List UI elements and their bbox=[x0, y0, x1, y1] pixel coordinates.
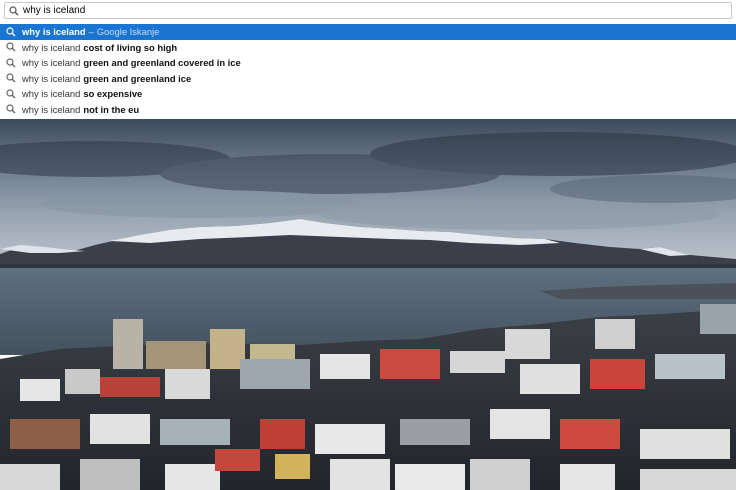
suggestion-source: Google Iskanje bbox=[96, 26, 160, 38]
search-icon bbox=[4, 58, 18, 68]
search-input[interactable] bbox=[23, 3, 703, 18]
far-shore bbox=[0, 264, 736, 268]
suggestion-dropdown: why is iceland – Google Iskanje why is i… bbox=[0, 24, 736, 119]
suggestion-completion: cost of living so high bbox=[83, 41, 178, 53]
suggestion-base: why is iceland bbox=[22, 88, 81, 100]
suggestion-base: why is iceland bbox=[22, 41, 81, 53]
background-photo bbox=[0, 119, 736, 490]
suggestion-base: why is iceland bbox=[22, 57, 81, 69]
suggestion-row-selected[interactable]: why is iceland – Google Iskanje bbox=[0, 24, 736, 40]
search-icon bbox=[4, 73, 18, 83]
suggestion-completion: green and greenland covered in ice bbox=[83, 57, 241, 69]
suggestion-row[interactable]: why is iceland not in the eu bbox=[0, 102, 736, 118]
landscape-illustration bbox=[0, 119, 736, 490]
search-icon bbox=[4, 104, 18, 114]
suggestion-base: why is iceland bbox=[22, 103, 81, 115]
search-icon bbox=[4, 27, 18, 37]
suggestion-query: why is iceland bbox=[22, 26, 86, 38]
suggestion-row[interactable]: why is iceland so expensive bbox=[0, 86, 736, 102]
suggestion-row[interactable]: why is iceland green and greenland ice bbox=[0, 71, 736, 87]
suggestion-completion: green and greenland ice bbox=[83, 72, 192, 84]
search-icon bbox=[4, 89, 18, 99]
search-icon bbox=[5, 5, 23, 16]
address-bar[interactable] bbox=[4, 2, 732, 19]
suggestion-row[interactable]: why is iceland cost of living so high bbox=[0, 40, 736, 56]
suggestion-completion: not in the eu bbox=[83, 103, 140, 115]
suggestion-base: why is iceland bbox=[22, 72, 81, 84]
suggestion-completion: so expensive bbox=[83, 88, 143, 100]
suggestion-row[interactable]: why is iceland green and greenland cover… bbox=[0, 55, 736, 71]
search-icon bbox=[4, 42, 18, 52]
suggestion-separator: – bbox=[88, 26, 94, 38]
